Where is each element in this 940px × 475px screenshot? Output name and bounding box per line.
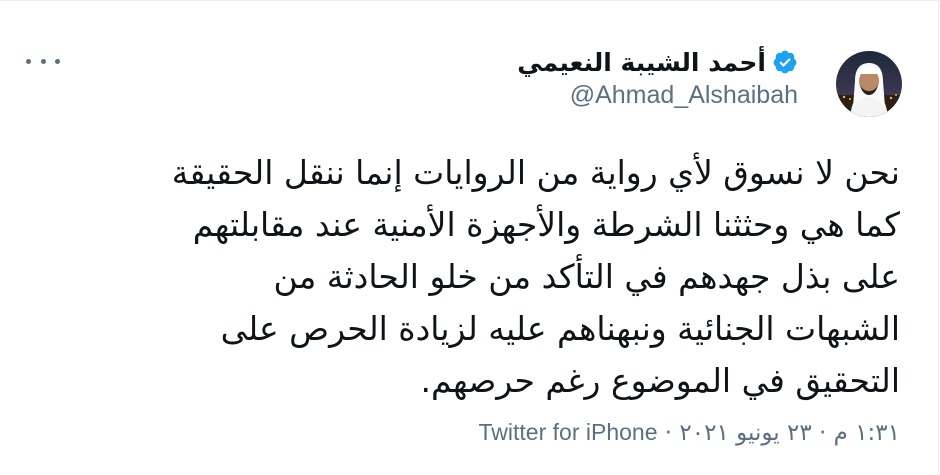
tweet-text-line: على بذل جهدهم في التأكد من خلو الحادثة م… [273,257,900,296]
tweet-text-line: كما هي وحثثنا الشرطة والأجهزة الأمنية عن… [192,205,900,244]
tweet-text-line: الشبهات الجنائية ونبهناهم عليه لزيادة ال… [220,309,900,348]
verified-badge-icon [772,49,798,75]
avatar[interactable] [836,51,902,117]
tweet-source[interactable]: Twitter for iPhone [479,419,658,445]
tweet-text-line: نحن لا نسوق لأي رواية من الروايات إنما ن… [171,153,900,192]
tweet-card: أحمد الشيبة النعيمي @Ahmad_Alshaibah نحن… [0,0,939,474]
author-display-name[interactable]: أحمد الشيبة النعيمي [517,48,766,77]
more-options-icon[interactable] [26,51,60,71]
tweet-timestamp[interactable]: ١:٣١ م · ٢٣ يونيو ٢٠٢١ [679,420,900,446]
tweet-text: نحن لا نسوق لأي رواية من الروايات إنما ن… [40,147,900,407]
author-name-row: أحمد الشيبة النعيمي [517,45,798,79]
tweet-text-line: التحقيق في الموضوع رغم حرصهم. [420,361,900,400]
more-dot [26,58,31,64]
author-handle[interactable]: @Ahmad_Alshaibah [570,81,798,110]
more-dot [55,58,60,64]
tweet-meta: ١:٣١ م · ٢٣ يونيو ٢٠٢١ · Twitter for iPh… [479,419,900,446]
meta-separator: · [664,420,673,446]
more-dot [40,58,46,64]
